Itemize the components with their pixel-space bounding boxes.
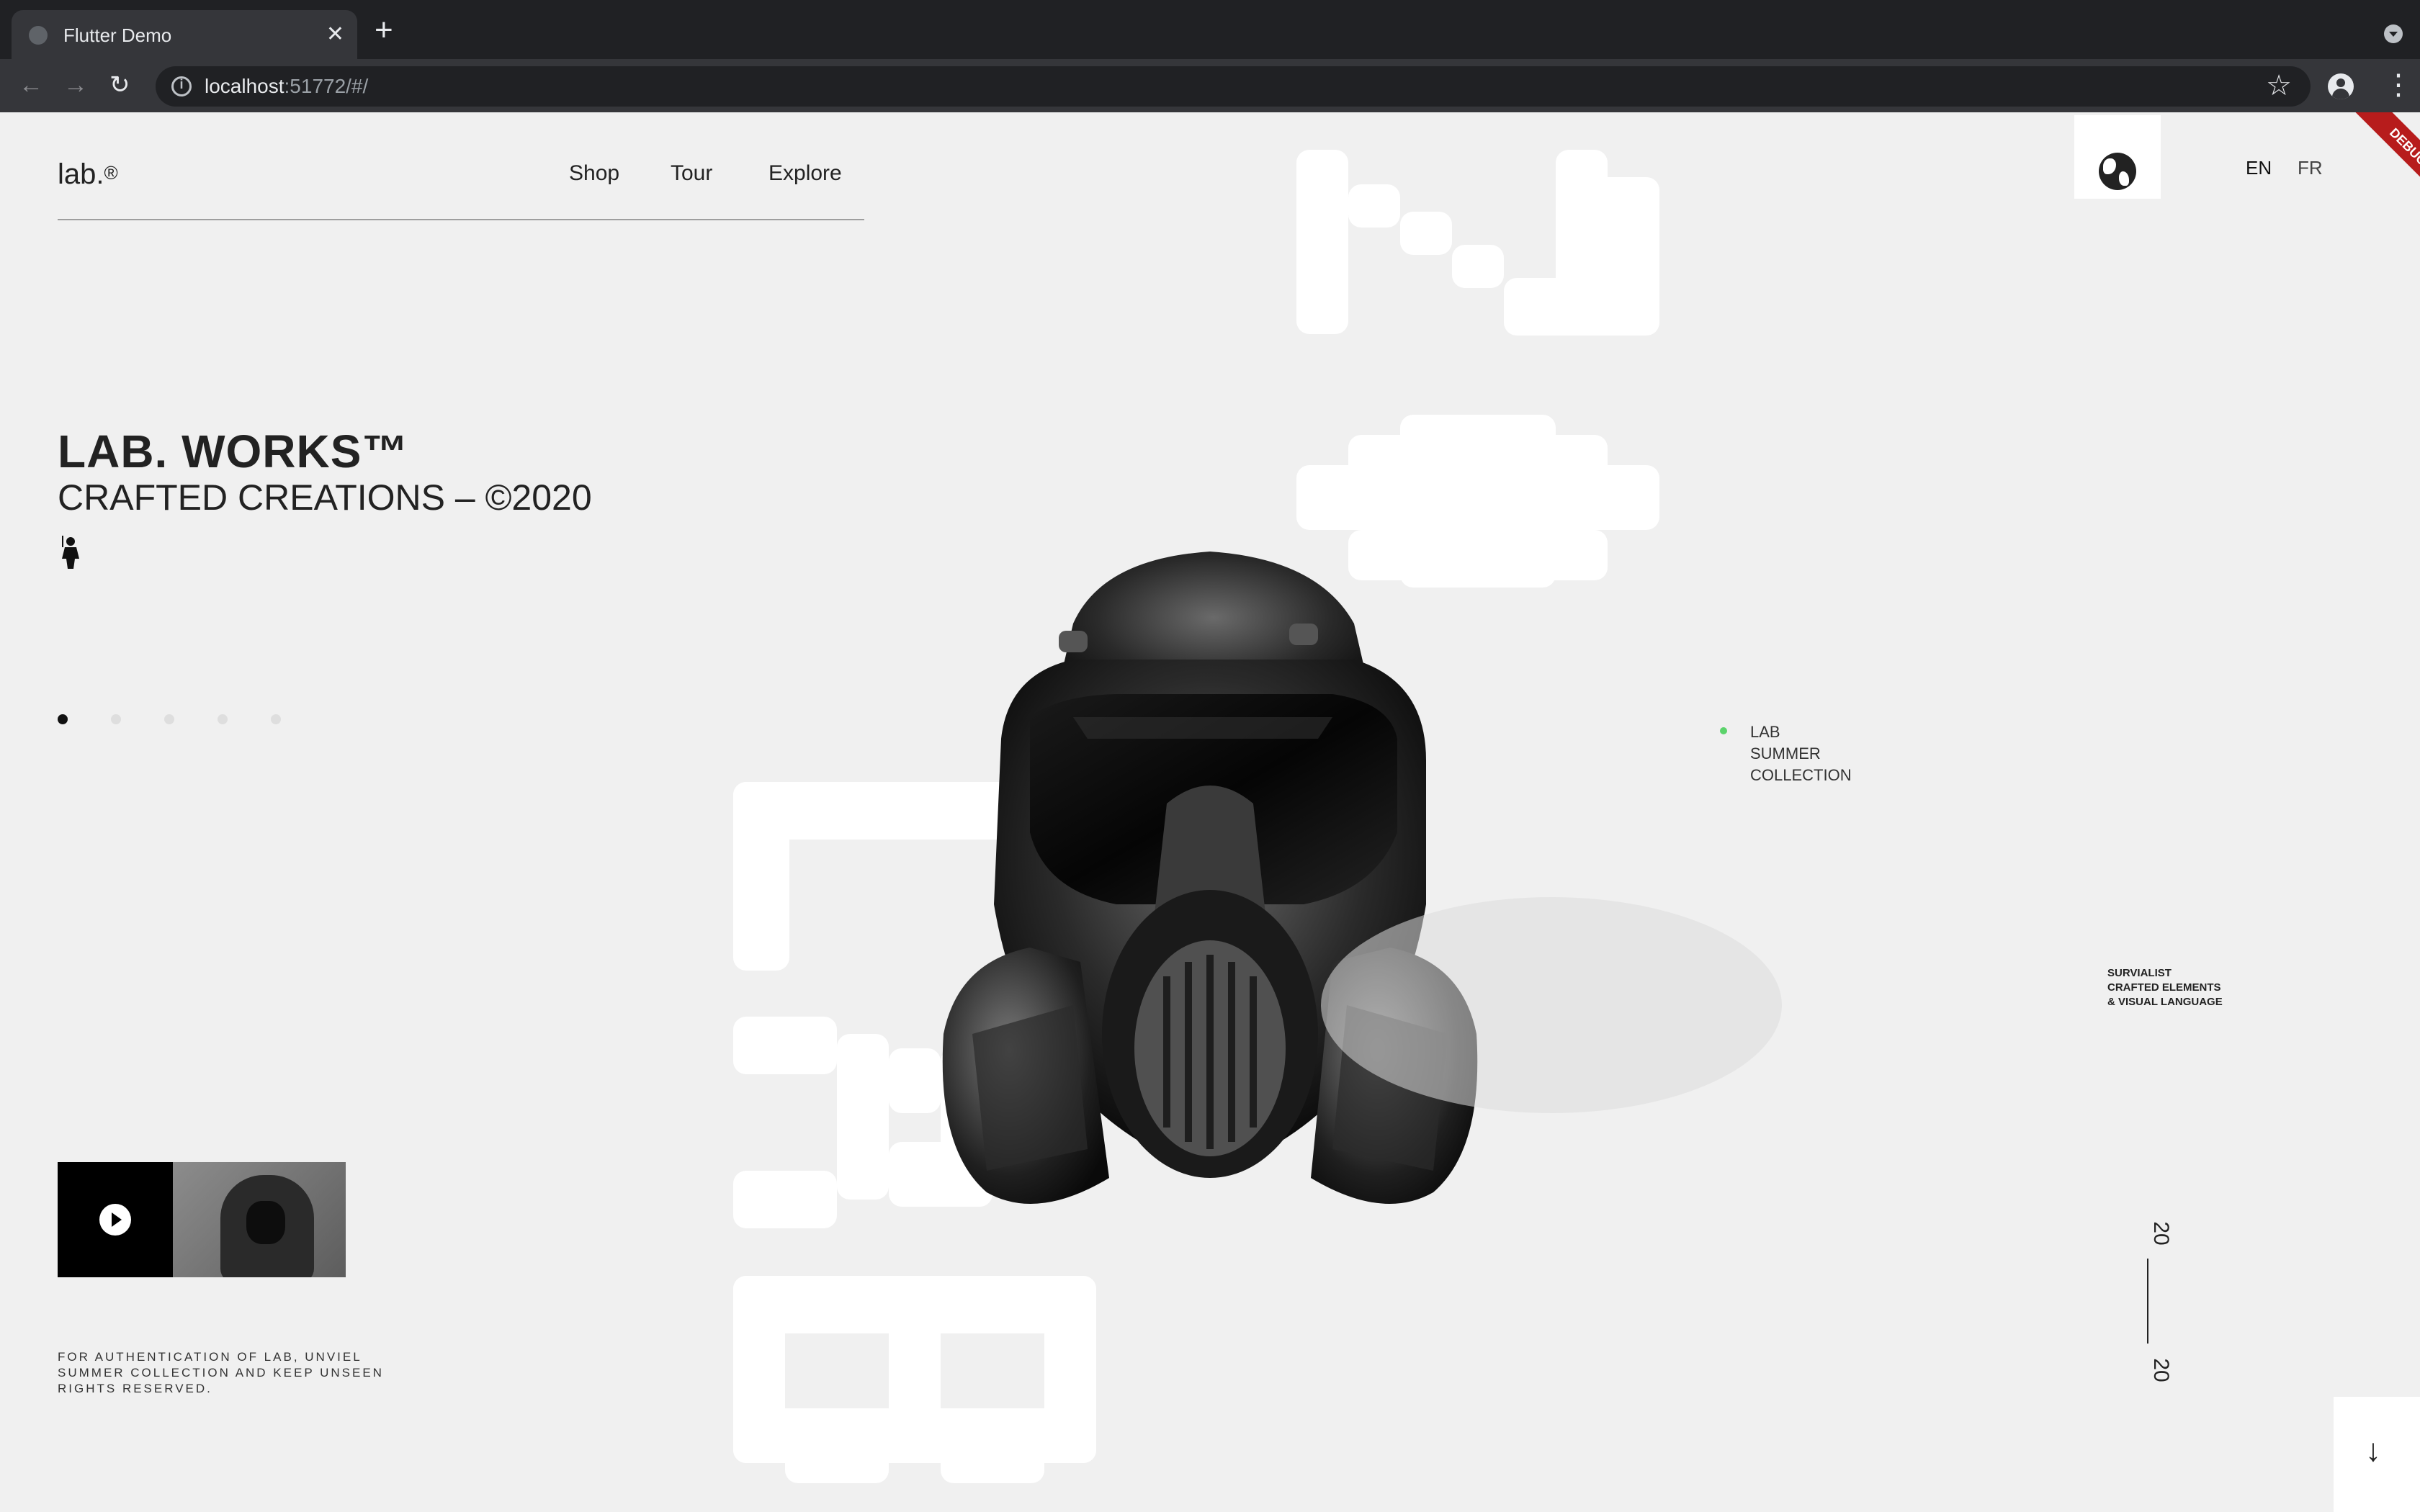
carousel-dot-5[interactable] [271, 714, 281, 724]
nav-tour[interactable]: Tour [671, 161, 712, 186]
tab-close-icon[interactable]: ✕ [326, 20, 344, 49]
header-divider [58, 219, 864, 220]
footnote: FOR AUTHENTICATION OF LAB, UNVIEL SUMMER… [58, 1350, 384, 1395]
year-top: 20 [2149, 1221, 2173, 1246]
site-info-icon[interactable] [171, 76, 192, 96]
tab-title: Flutter Demo [63, 24, 172, 46]
play-icon[interactable] [99, 1204, 131, 1236]
address-bar[interactable]: localhost:51772/#/ ☆ [156, 66, 2311, 107]
browser-menu-icon[interactable]: ⋮ [2384, 69, 2413, 101]
figure-icon [62, 536, 79, 569]
debug-banner: DEBUG [2348, 112, 2420, 207]
gas-mask-image [942, 552, 1478, 1204]
hero-subtitle: CRAFTED CREATIONS – ©2020 [58, 477, 592, 518]
new-tab-button[interactable]: + [375, 14, 393, 46]
year-bottom: 20 [2149, 1358, 2173, 1382]
browser-tab-strip: Flutter Demo ✕ + [0, 0, 2420, 59]
video-thumbnail[interactable] [173, 1162, 346, 1277]
profile-icon[interactable] [2328, 73, 2354, 99]
carousel-dot-4[interactable] [218, 714, 228, 724]
lang-en[interactable]: EN [2246, 157, 2272, 179]
tagline: SURVIALIST CRAFTED ELEMENTS & VISUAL LAN… [2107, 967, 2223, 1008]
carousel-dot-1[interactable] [58, 714, 68, 724]
forward-arrow-icon[interactable]: → [63, 69, 88, 101]
favicon-icon [29, 26, 48, 45]
lang-fr[interactable]: FR [2298, 157, 2323, 179]
brand-logo[interactable]: lab.® [58, 158, 118, 191]
globe-button[interactable] [2074, 115, 2161, 199]
carousel-dot-3[interactable] [164, 714, 174, 724]
screen: Flutter Demo ✕ + ← → ↻ localhost:51772/#… [0, 0, 2420, 1512]
collection-label: LAB SUMMER COLLECTION [1750, 723, 1852, 784]
nav-shop[interactable]: Shop [569, 161, 619, 186]
back-arrow-icon[interactable]: ← [19, 69, 43, 101]
scroll-down-button[interactable]: ↓ [2334, 1397, 2420, 1512]
tab-search-icon[interactable] [2384, 24, 2403, 43]
year-divider [2147, 1259, 2148, 1344]
star-icon[interactable]: ☆ [2266, 69, 2292, 102]
hero-title: LAB. WORKS™ [58, 426, 409, 477]
video-play-area[interactable] [58, 1162, 173, 1277]
globe-icon [2099, 153, 2136, 190]
floating-ellipse [1321, 897, 1782, 1113]
url-text[interactable]: localhost:51772/#/ [205, 75, 368, 98]
status-dot [1720, 727, 1727, 734]
arrow-down-icon: ↓ [2365, 1433, 2381, 1468]
carousel-dot-2[interactable] [111, 714, 121, 724]
hooded-figure-image [220, 1175, 314, 1277]
flutter-page: lab.® Shop Tour Explore EN FR LAB. WORKS… [0, 112, 2420, 1512]
reload-icon[interactable]: ↻ [109, 69, 130, 101]
video-card[interactable] [58, 1162, 346, 1277]
browser-tab[interactable]: Flutter Demo ✕ [12, 10, 357, 59]
nav-explore[interactable]: Explore [768, 161, 842, 186]
